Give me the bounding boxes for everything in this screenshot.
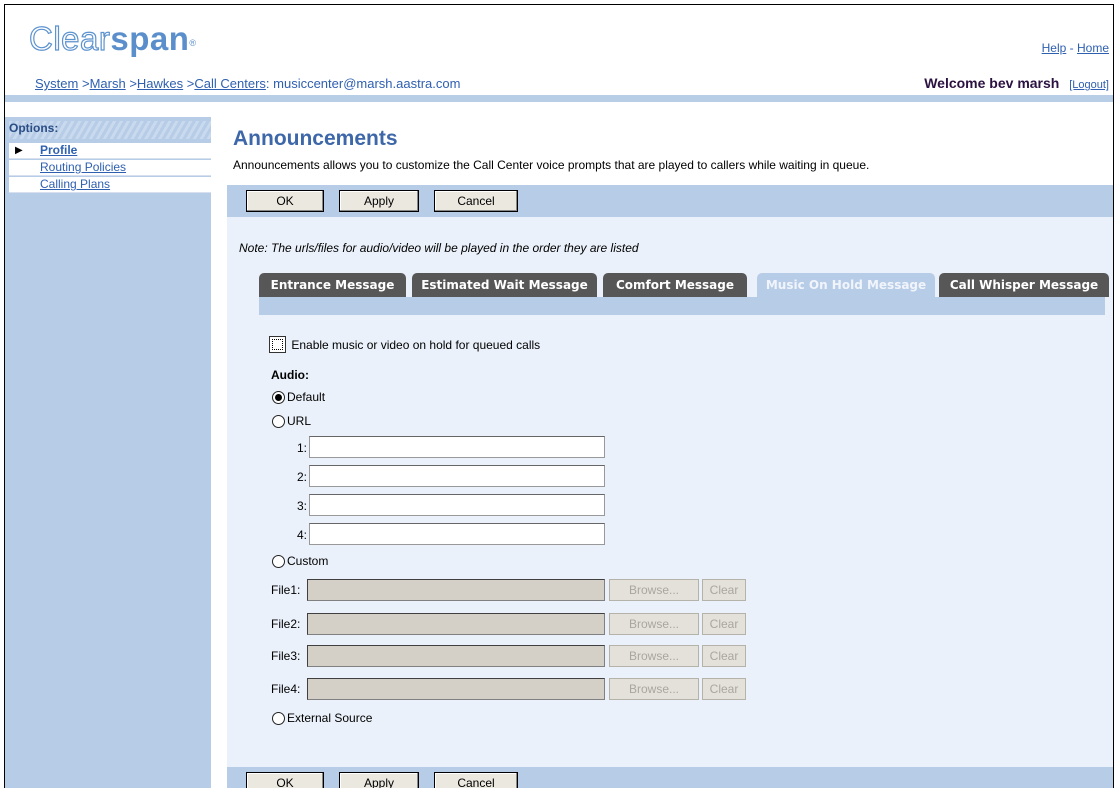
page-description: Announcements allows you to customize th… — [233, 158, 870, 172]
tab-comfort-message[interactable]: Comfort Message — [603, 273, 747, 297]
breadcrumb-current: : musiccenter@marsh.aastra.com — [265, 76, 461, 91]
header-divider — [5, 95, 1113, 102]
main-content: Announcements Announcements allows you t… — [227, 117, 1113, 788]
enable-moh-label: Enable music or video on hold for queued… — [291, 337, 541, 352]
radio-row-url: URL — [272, 414, 312, 429]
top-links: Help - Home — [1042, 41, 1109, 55]
url-input-2[interactable] — [309, 465, 605, 487]
audio-label: Audio: — [271, 368, 309, 382]
logout-link[interactable]: [Logout] — [1069, 79, 1109, 91]
tab-panel-strip — [259, 297, 1105, 315]
browse-button-1: Browse... — [609, 579, 699, 601]
file-label: File1: — [271, 583, 301, 597]
file-input-4 — [307, 678, 605, 700]
file-input-3 — [307, 645, 605, 667]
enable-moh-row: Enable music or video on hold for queued… — [269, 336, 540, 353]
breadcrumb-sep: > — [81, 76, 90, 91]
breadcrumb-system[interactable]: System — [35, 76, 78, 91]
breadcrumb-hawkes[interactable]: Hawkes — [137, 76, 183, 91]
help-link[interactable]: Help — [1042, 41, 1067, 55]
custom-radio[interactable] — [272, 555, 285, 569]
logo-text-span: span — [110, 20, 190, 57]
url-radio[interactable] — [272, 415, 285, 429]
breadcrumb-marsh[interactable]: Marsh — [90, 76, 126, 91]
url-row-3: 3: — [287, 494, 605, 516]
file-label: File3: — [271, 649, 301, 663]
file-input-2 — [307, 613, 605, 635]
clearspan-logo: Clearspan® — [28, 19, 197, 59]
file-input-1 — [307, 579, 605, 601]
bottom-button-bar: OK Apply Cancel — [227, 767, 1113, 788]
radio-row-external: External Source — [272, 711, 373, 726]
url-number: 3: — [296, 498, 307, 513]
top-button-bar: OK Apply Cancel — [227, 185, 1113, 217]
app-frame: Clearspan® Help - Home System >Marsh >Ha… — [4, 4, 1114, 788]
browse-button-2: Browse... — [609, 613, 699, 635]
clear-button-4: Clear — [702, 678, 746, 700]
file-label: File4: — [271, 682, 301, 696]
tab-call-whisper-message[interactable]: Call Whisper Message — [939, 273, 1109, 297]
clear-button-2: Clear — [702, 613, 746, 635]
announcement-tabs: Entrance Message Estimated Wait Message … — [259, 273, 1111, 297]
current-item-arrow-icon: ▶ — [15, 145, 23, 156]
custom-radio-label: Custom — [287, 554, 329, 568]
radio-row-default: Default — [272, 390, 326, 405]
sidebar-item-label[interactable]: Profile — [40, 143, 77, 157]
welcome-text: Welcome bev marsh — [924, 75, 1060, 91]
url-input-4[interactable] — [309, 523, 605, 545]
cancel-button[interactable]: Cancel — [434, 772, 518, 788]
cancel-button[interactable]: Cancel — [434, 190, 518, 212]
breadcrumb-sep: > — [129, 76, 137, 91]
clear-button-3: Clear — [702, 645, 746, 667]
ok-button[interactable]: OK — [246, 190, 324, 212]
apply-button[interactable]: Apply — [339, 772, 419, 788]
radio-row-custom: Custom — [272, 554, 329, 569]
welcome-area: Welcome bev marsh [Logout] — [924, 75, 1109, 91]
url-number: 1: — [296, 440, 307, 455]
sidebar-item-label[interactable]: Routing Policies — [40, 160, 126, 174]
browse-button-4: Browse... — [609, 678, 699, 700]
sidebar-item-routing-policies[interactable]: Routing Policies — [9, 160, 211, 176]
sidebar-heading: Options: — [9, 121, 211, 139]
url-input-3[interactable] — [309, 494, 605, 516]
external-source-radio[interactable] — [272, 712, 285, 726]
logo-registered-mark: ® — [189, 38, 197, 48]
ok-button[interactable]: OK — [246, 772, 324, 788]
file-label: File2: — [271, 617, 301, 631]
url-number: 4: — [296, 527, 307, 542]
clear-button-1: Clear — [702, 579, 746, 601]
sidebar-item-profile[interactable]: ▶ Profile — [9, 143, 211, 159]
order-note: Note: The urls/files for audio/video wil… — [239, 241, 639, 255]
browse-button-3: Browse... — [609, 645, 699, 667]
logo-text-clear: Clear — [28, 19, 111, 57]
external-source-label: External Source — [287, 711, 373, 725]
tab-estimated-wait-message[interactable]: Estimated Wait Message — [412, 273, 597, 297]
breadcrumb: System >Marsh >Hawkes >Call Centers: mus… — [35, 76, 460, 91]
page-title: Announcements — [233, 127, 398, 150]
url-row-2: 2: — [287, 465, 605, 487]
top-links-separator: - — [1069, 41, 1074, 55]
url-number: 2: — [296, 469, 307, 484]
enable-moh-checkbox[interactable] — [269, 336, 286, 353]
sidebar-item-calling-plans[interactable]: Calling Plans — [9, 177, 211, 193]
url-input-1[interactable] — [309, 436, 605, 458]
home-link[interactable]: Home — [1077, 41, 1109, 55]
tab-entrance-message[interactable]: Entrance Message — [259, 273, 406, 297]
sidebar: Options: ▶ Profile Routing Policies Call… — [5, 117, 211, 788]
url-row-1: 1: — [287, 436, 605, 458]
url-row-4: 4: — [287, 523, 605, 545]
url-radio-label: URL — [287, 414, 312, 428]
apply-button[interactable]: Apply — [339, 190, 419, 212]
default-radio[interactable] — [272, 391, 285, 405]
default-radio-label: Default — [287, 390, 326, 404]
breadcrumb-call-centers[interactable]: Call Centers — [194, 76, 266, 91]
tab-music-on-hold-message[interactable]: Music On Hold Message — [757, 273, 935, 297]
sidebar-item-label[interactable]: Calling Plans — [40, 177, 110, 191]
